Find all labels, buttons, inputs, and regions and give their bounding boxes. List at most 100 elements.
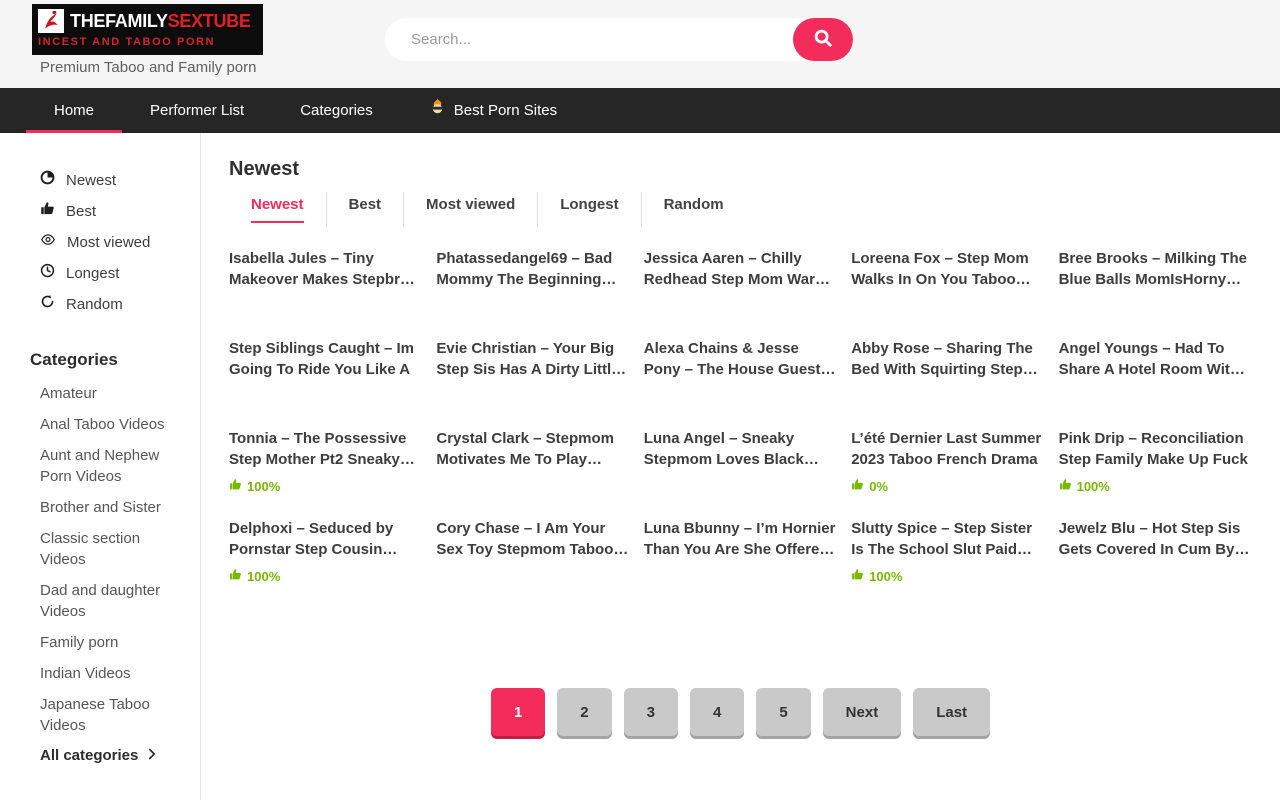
- sidebar-item-most-viewed[interactable]: Most viewed: [0, 227, 200, 258]
- site-logo[interactable]: THEFAMILYSEXTUBE INCEST AND TABOO PORN: [32, 4, 263, 55]
- video-item[interactable]: L’été Dernier Last Summer 2023 Taboo Fre…: [851, 428, 1044, 518]
- sort-tab-label: Most viewed: [426, 196, 515, 221]
- category-link[interactable]: Aunt and Nephew Porn Videos: [0, 440, 200, 492]
- search-bar: [385, 18, 853, 61]
- sidebar-item-label: Best: [66, 201, 96, 222]
- site-tagline: Premium Taboo and Family porn: [40, 59, 257, 76]
- nav-item-label: Performer List: [150, 88, 244, 133]
- sort-tab[interactable]: Most viewed: [403, 192, 537, 227]
- thumbs-up-icon: [1059, 478, 1072, 494]
- video-item[interactable]: Cory Chase – I Am Your Sex Toy Stepmom T…: [436, 518, 629, 608]
- pagination-button[interactable]: 5: [756, 688, 810, 736]
- nav-item-best-porn-sites[interactable]: Best Porn Sites: [401, 88, 585, 133]
- video-item[interactable]: Loreena Fox – Step Mom Walks In On You T…: [851, 248, 1044, 338]
- video-title[interactable]: Jessica Aaren – Chilly Redhead Step Mom …: [644, 248, 837, 290]
- category-link[interactable]: Indian Videos: [0, 658, 200, 689]
- pagination-button[interactable]: 3: [624, 688, 678, 736]
- category-link[interactable]: Family porn: [0, 627, 200, 658]
- video-item[interactable]: Phatassedangel69 – Bad Mommy The Beginni…: [436, 248, 629, 338]
- video-title[interactable]: Phatassedangel69 – Bad Mommy The Beginni…: [436, 248, 629, 290]
- video-item[interactable]: Angel Youngs – Had To Share A Hotel Room…: [1059, 338, 1252, 428]
- video-title[interactable]: Delphoxi – Seduced by Pornstar Step Cous…: [229, 518, 422, 560]
- video-item[interactable]: Delphoxi – Seduced by Pornstar Step Cous…: [229, 518, 422, 608]
- video-title[interactable]: Loreena Fox – Step Mom Walks In On You T…: [851, 248, 1044, 290]
- video-title[interactable]: Isabella Jules – Tiny Makeover Makes Ste…: [229, 248, 422, 290]
- thumbs-up-icon: [229, 568, 242, 584]
- search-button[interactable]: [793, 18, 853, 61]
- logo-subtitle: INCEST AND TABOO PORN: [38, 36, 251, 48]
- category-link[interactable]: Japanese Taboo Videos: [0, 689, 200, 741]
- video-title[interactable]: Crystal Clark – Stepmom Motivates Me To …: [436, 428, 629, 470]
- thumbs-up-icon: [851, 478, 864, 494]
- video-item[interactable]: Bree Brooks – Milking The Blue Balls Mom…: [1059, 248, 1252, 338]
- nav-item-performer-list[interactable]: Performer List: [122, 88, 272, 133]
- video-item[interactable]: Jewelz Blu – Hot Step Sis Gets Covered I…: [1059, 518, 1252, 608]
- all-categories-label: All categories: [40, 747, 138, 764]
- video-title[interactable]: Luna Angel – Sneaky Stepmom Loves Black …: [644, 428, 837, 470]
- video-title[interactable]: Alexa Chains & Jesse Pony – The House Gu…: [644, 338, 837, 380]
- rating-percent: 100%: [247, 569, 280, 584]
- video-title[interactable]: Jewelz Blu – Hot Step Sis Gets Covered I…: [1059, 518, 1252, 560]
- logo-title: THEFAMILYSEXTUBE: [70, 11, 251, 32]
- video-title[interactable]: Bree Brooks – Milking The Blue Balls Mom…: [1059, 248, 1252, 290]
- pagination-button[interactable]: Next: [823, 688, 902, 736]
- sort-tab[interactable]: Longest: [537, 192, 640, 227]
- video-title[interactable]: Angel Youngs – Had To Share A Hotel Room…: [1059, 338, 1252, 380]
- video-title[interactable]: Tonnia – The Possessive Step Mother Pt2 …: [229, 428, 422, 470]
- category-link[interactable]: Classic section Videos: [0, 523, 200, 575]
- sort-tab[interactable]: Best: [326, 192, 404, 227]
- video-title[interactable]: L’été Dernier Last Summer 2023 Taboo Fre…: [851, 428, 1044, 470]
- sort-tab[interactable]: Newest: [229, 192, 326, 227]
- video-item[interactable]: Abby Rose – Sharing The Bed With Squirti…: [851, 338, 1044, 428]
- video-title[interactable]: Evie Christian – Your Big Step Sis Has A…: [436, 338, 629, 380]
- logo-title-white: THEFAMILY: [70, 11, 168, 31]
- thumbs-up-icon: [851, 568, 864, 584]
- video-rating: 0%: [851, 478, 1044, 494]
- sort-tab-label: Random: [664, 196, 724, 221]
- sidebar-item-best[interactable]: Best: [0, 196, 200, 227]
- sidebar-item-random[interactable]: Random: [0, 289, 200, 320]
- sidebar-item-label: Most viewed: [67, 232, 150, 253]
- video-item[interactable]: Alexa Chains & Jesse Pony – The House Gu…: [644, 338, 837, 428]
- category-link[interactable]: Anal Taboo Videos: [0, 409, 200, 440]
- video-item[interactable]: Pink Drip – Reconciliation Step Family M…: [1059, 428, 1252, 518]
- search-input[interactable]: [385, 18, 815, 61]
- nav-item-label: Home: [54, 88, 94, 133]
- video-item[interactable]: Step Siblings Caught – Im Going To Ride …: [229, 338, 422, 428]
- sidebar-item-newest[interactable]: Newest: [0, 165, 200, 196]
- category-link[interactable]: Amateur: [0, 378, 200, 409]
- video-title[interactable]: Slutty Spice – Step Sister Is The School…: [851, 518, 1044, 560]
- sort-tab[interactable]: Random: [641, 192, 746, 227]
- nav-item-categories[interactable]: Categories: [272, 88, 401, 133]
- video-item[interactable]: Isabella Jules – Tiny Makeover Makes Ste…: [229, 248, 422, 338]
- video-item[interactable]: Crystal Clark – Stepmom Motivates Me To …: [436, 428, 629, 518]
- video-rating: 100%: [229, 478, 422, 494]
- video-title[interactable]: Abby Rose – Sharing The Bed With Squirti…: [851, 338, 1044, 380]
- pagination-button[interactable]: 2: [557, 688, 611, 736]
- category-link[interactable]: Brother and Sister: [0, 492, 200, 523]
- video-title[interactable]: Cory Chase – I Am Your Sex Toy Stepmom T…: [436, 518, 629, 560]
- pagination-button[interactable]: 1: [491, 688, 545, 736]
- category-link[interactable]: Dad and daughter Videos: [0, 575, 200, 627]
- video-title[interactable]: Step Siblings Caught – Im Going To Ride …: [229, 338, 422, 380]
- video-title[interactable]: Pink Drip – Reconciliation Step Family M…: [1059, 428, 1252, 470]
- video-grid: Isabella Jules – Tiny Makeover Makes Ste…: [229, 248, 1252, 608]
- nav-item-home[interactable]: Home: [26, 88, 122, 133]
- video-item[interactable]: Evie Christian – Your Big Step Sis Has A…: [436, 338, 629, 428]
- video-item[interactable]: Luna Bbunny – I’m Hornier Than You Are S…: [644, 518, 837, 608]
- sidebar-item-longest[interactable]: Longest: [0, 258, 200, 289]
- video-rating: 100%: [1059, 478, 1252, 494]
- video-item[interactable]: Slutty Spice – Step Sister Is The School…: [851, 518, 1044, 608]
- pagination-button[interactable]: Last: [913, 688, 990, 736]
- video-item[interactable]: Jessica Aaren – Chilly Redhead Step Mom …: [644, 248, 837, 338]
- video-item[interactable]: Tonnia – The Possessive Step Mother Pt2 …: [229, 428, 422, 518]
- video-item[interactable]: Luna Angel – Sneaky Stepmom Loves Black …: [644, 428, 837, 518]
- content: Newest Best Most viewed Longest Random C…: [0, 133, 1280, 800]
- sort-tabs: NewestBest Most viewed Longest Random: [229, 192, 1252, 227]
- page: THEFAMILYSEXTUBE INCEST AND TABOO PORN P…: [0, 0, 1280, 800]
- video-title[interactable]: Luna Bbunny – I’m Hornier Than You Are S…: [644, 518, 837, 560]
- page-title: Newest: [229, 158, 1252, 181]
- pagination-button[interactable]: 4: [690, 688, 744, 736]
- all-categories-link[interactable]: All categories: [0, 741, 200, 770]
- clock-icon: [40, 263, 55, 284]
